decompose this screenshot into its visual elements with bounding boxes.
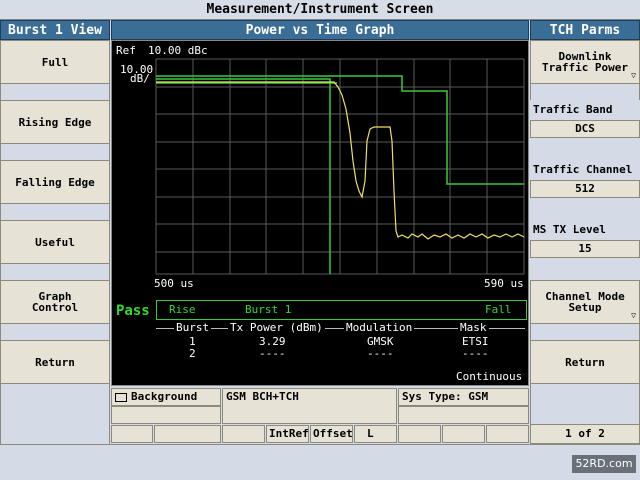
col-txpower-header: Tx Power (dBm) xyxy=(228,321,325,334)
status-blank xyxy=(486,425,529,443)
col-burst-header: Burst xyxy=(174,321,212,334)
right-gap xyxy=(530,384,640,424)
status-blank xyxy=(154,425,221,443)
traffic-band-gap xyxy=(530,84,640,100)
burst-label: Burst 1 xyxy=(245,303,292,316)
downlink-traffic-power-label: Downlink Traffic Power xyxy=(541,50,629,74)
row2-mask: ---- xyxy=(462,347,489,360)
left-gap xyxy=(0,384,110,444)
intref-status: IntRef xyxy=(266,425,309,443)
traffic-channel-label: Traffic Channel xyxy=(530,160,640,180)
right-return-button[interactable]: Return xyxy=(530,340,640,384)
col-mask-header: Mask xyxy=(458,321,489,334)
graph-control-button[interactable]: Graph Control xyxy=(0,280,110,324)
row2-modulation: ---- xyxy=(367,347,394,360)
left-gap xyxy=(0,324,110,340)
rising-edge-button[interactable]: Rising Edge xyxy=(0,100,110,144)
downlink-traffic-power-button[interactable]: Downlink Traffic Power ▽ xyxy=(530,40,640,84)
channel-mode-gap xyxy=(530,258,640,280)
menu-arrow-icon: ▽ xyxy=(631,71,636,80)
background-label: Background xyxy=(131,390,198,403)
background-icon xyxy=(115,392,127,402)
status-blank xyxy=(442,425,485,443)
left-panel-header: Burst 1 View xyxy=(0,20,110,40)
x-axis-end: 590 us xyxy=(484,277,524,290)
ms-tx-level-value[interactable]: 15 xyxy=(530,240,640,258)
left-return-button[interactable]: Return xyxy=(0,340,110,384)
traffic-channel-value[interactable]: 512 xyxy=(530,180,640,198)
row2-burst: 2 xyxy=(189,347,196,360)
x-axis-start: 500 us xyxy=(154,277,194,290)
right-panel-header: TCH Parms xyxy=(530,20,640,40)
sys-type-status: Sys Type: GSM xyxy=(398,388,529,406)
ms-tx-gap xyxy=(530,198,640,220)
ms-tx-level-label: MS TX Level xyxy=(530,220,640,240)
rise-fall-box: Rise Burst 1 Fall xyxy=(156,300,527,320)
watermark: 52RD.com xyxy=(572,455,636,473)
channel-mode-setup-label: Channel Mode Setup xyxy=(545,290,625,314)
col-modulation-header: Modulation xyxy=(344,321,415,334)
row2-txpower: ---- xyxy=(259,347,286,360)
graph-header: Power vs Time Graph xyxy=(111,20,529,40)
menu-arrow-icon: ▽ xyxy=(631,311,636,320)
traffic-band-value[interactable]: DCS xyxy=(530,120,640,138)
left-gap xyxy=(0,144,110,160)
status-blank xyxy=(111,425,153,443)
pass-indicator: Pass xyxy=(116,303,150,319)
gsm-status: GSM BCH+TCH xyxy=(222,388,397,424)
graph-screen: Ref 10.00 dBc 10.00 dB/ 500 us 590 us Pa… xyxy=(111,40,529,386)
left-gap xyxy=(0,84,110,100)
channel-mode-setup-button[interactable]: Channel Mode Setup ▽ xyxy=(530,280,640,324)
right-gap xyxy=(530,324,640,340)
traffic-band-label: Traffic Band xyxy=(530,100,640,120)
background-status[interactable]: Background xyxy=(111,388,221,406)
useful-button[interactable]: Useful xyxy=(0,220,110,264)
full-button[interactable]: Full xyxy=(0,40,110,84)
left-gap xyxy=(0,264,110,280)
left-gap xyxy=(0,204,110,220)
traffic-channel-gap xyxy=(530,138,640,160)
l-status: L xyxy=(354,425,397,443)
page-indicator[interactable]: 1 of 2 xyxy=(530,424,640,444)
status-blank xyxy=(111,406,221,424)
falling-edge-button[interactable]: Falling Edge xyxy=(0,160,110,204)
status-blank xyxy=(222,425,265,443)
window-title: Measurement/Instrument Screen xyxy=(0,0,640,20)
rise-label: Rise xyxy=(169,303,196,316)
bottom-bar xyxy=(0,444,640,480)
continuous-label: Continuous xyxy=(456,370,523,383)
status-blank xyxy=(398,425,441,443)
status-blank xyxy=(398,406,529,424)
offset-status: Offset xyxy=(310,425,353,443)
fall-label: Fall xyxy=(485,303,512,316)
